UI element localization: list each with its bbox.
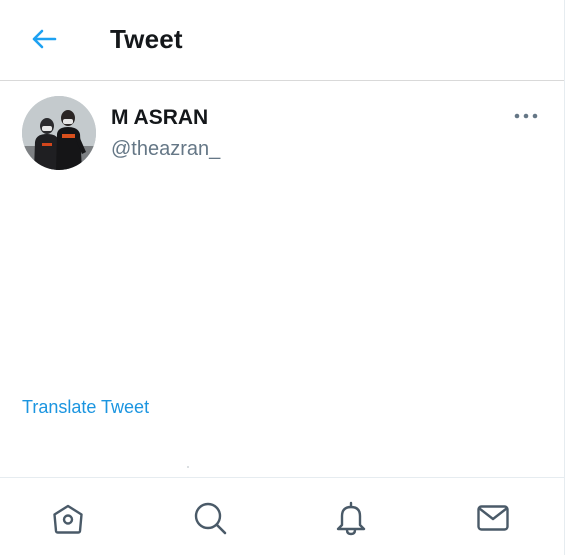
nav-messages[interactable]	[473, 498, 513, 538]
tweet-page: Tweet M ASRAN @theazran_ Translate Tweet	[0, 0, 565, 555]
avatar-photo	[22, 96, 96, 170]
page-title: Tweet	[110, 24, 183, 54]
nav-search[interactable]	[190, 498, 230, 538]
divider-dot	[187, 466, 189, 468]
author-name[interactable]: M ASRAN	[111, 106, 208, 130]
avatar[interactable]	[22, 96, 96, 170]
more-horizontal-icon	[514, 113, 538, 119]
arrow-left-icon	[32, 29, 57, 49]
author-handle: @theazran_	[111, 138, 221, 160]
page-header: Tweet	[0, 0, 564, 81]
translate-tweet-link[interactable]: Translate Tweet	[22, 397, 149, 418]
nav-home[interactable]	[48, 498, 88, 538]
bell-icon	[336, 501, 366, 536]
bottom-navigation	[0, 477, 564, 555]
back-button[interactable]	[26, 24, 62, 54]
mail-icon	[477, 505, 509, 531]
home-icon	[53, 504, 83, 534]
more-options-button[interactable]	[512, 106, 540, 126]
nav-notifications[interactable]	[331, 498, 371, 538]
search-icon	[194, 502, 227, 535]
